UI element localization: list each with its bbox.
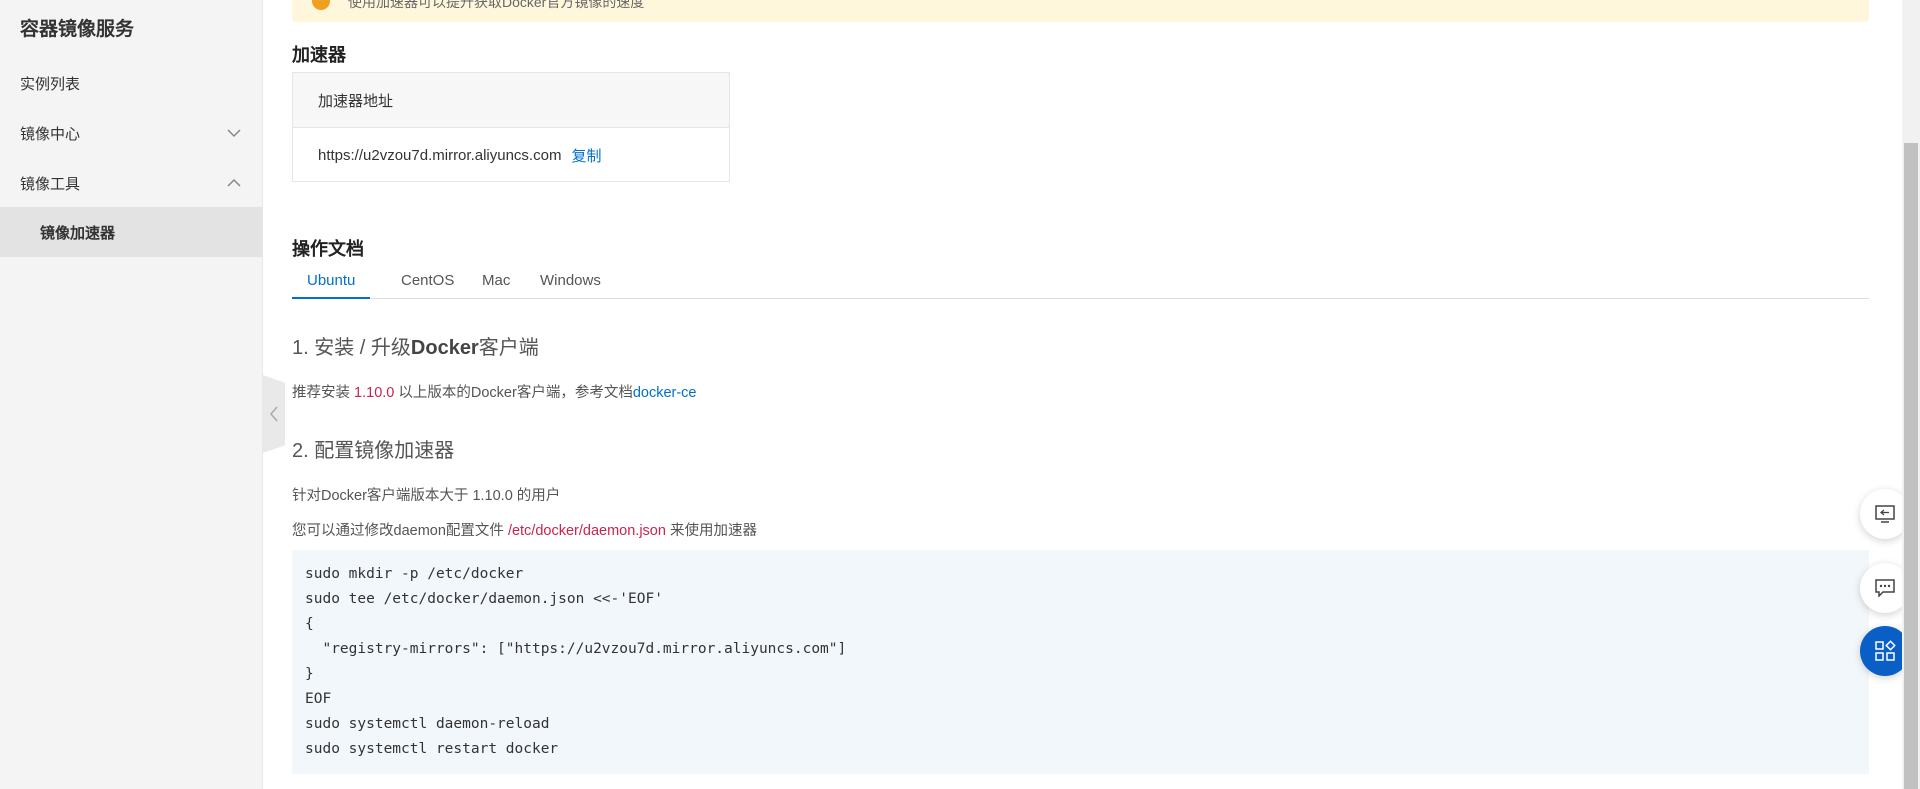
sidebar-collapse-handle[interactable] [263, 375, 285, 453]
apps-icon [1875, 640, 1896, 661]
sidebar-item-instance-list[interactable]: 实例列表 [0, 58, 263, 108]
accelerator-section-title: 加速器 [292, 45, 346, 65]
sidebar-title: 容器镜像服务 [20, 19, 135, 40]
step1-text-middle: 以上版本的Docker客户端，参考文档 [394, 385, 633, 401]
step2-text-1: 针对Docker客户端版本大于 1.10.0 的用户 [292, 488, 561, 504]
step1-text: 推荐安装 1.10.0 以上版本的Docker客户端，参考文档docker-ce [292, 381, 697, 402]
code-line: sudo tee /etc/docker/daemon.json <<-'EOF… [305, 591, 663, 607]
step2-text-before: 您可以通过修改daemon配置文件 [292, 523, 508, 539]
sidebar-item-label: 镜像加速器 [40, 224, 116, 242]
chevron-down-icon [227, 129, 241, 138]
step1-title-prefix: 1. 安装 / 升级 [292, 337, 411, 359]
code-line: sudo systemctl daemon-reload [305, 716, 550, 732]
step1-title: 1. 安装 / 升级Docker客户端 [292, 331, 539, 360]
sidebar-item-image-accelerator[interactable]: 镜像加速器 [0, 207, 263, 257]
accelerator-table-row: https://u2vzou7d.mirror.aliyuncs.com 复制 [293, 128, 729, 182]
sidebar-item-label: 镜像中心 [20, 125, 81, 143]
os-tabs: Ubuntu CentOS Mac Windows [292, 268, 1869, 299]
main-content: 使用加速器可以提升获取Docker官方镜像的速度 加速器 加速器地址 https… [292, 0, 1870, 789]
code-block[interactable]: sudo mkdir -p /etc/docker sudo tee /etc/… [292, 550, 1869, 774]
scrollbar-thumb[interactable] [1904, 143, 1918, 789]
step2-text-2: 您可以通过修改daemon配置文件 /etc/docker/daemon.jso… [292, 519, 757, 540]
code-line: } [305, 666, 314, 682]
copy-link[interactable]: 复制 [571, 145, 601, 166]
step2-text-after: 来使用加速器 [665, 523, 757, 539]
config-path-highlight: /etc/docker/daemon.json [507, 523, 666, 539]
chat-icon [1875, 579, 1895, 597]
chevron-up-icon [227, 178, 241, 187]
code-line: EOF [305, 691, 332, 707]
page-scrollbar[interactable] [1902, 0, 1920, 789]
sidebar-item-image-tools[interactable]: 镜像工具 [0, 158, 263, 208]
sidebar-item-image-center[interactable]: 镜像中心 [0, 108, 263, 158]
step1-title-suffix: 客户端 [478, 337, 539, 359]
step2-title: 2. 配置镜像加速器 [292, 440, 455, 462]
monitor-icon [1875, 505, 1895, 523]
docs-section-title: 操作文档 [292, 239, 364, 259]
tab-windows[interactable]: Windows [525, 268, 616, 299]
tab-centos[interactable]: CentOS [386, 268, 469, 299]
notice-text: 使用加速器可以提升获取Docker官方镜像的速度 [348, 0, 645, 10]
version-highlight: 1.10.0 [354, 385, 395, 401]
chevron-left-icon [270, 406, 278, 422]
tab-mac[interactable]: Mac [467, 268, 525, 299]
warning-icon [312, 0, 330, 10]
sidebar-item-label: 实例列表 [20, 75, 81, 93]
step1-title-bold: Docker [410, 337, 479, 359]
docker-ce-link[interactable]: docker-ce [633, 385, 697, 401]
accelerator-url: https://u2vzou7d.mirror.aliyuncs.com [318, 146, 562, 164]
tab-ubuntu[interactable]: Ubuntu [292, 268, 371, 299]
accelerator-table-header: 加速器地址 [293, 73, 729, 128]
code-line: sudo mkdir -p /etc/docker [305, 566, 524, 582]
code-line: { [305, 616, 314, 632]
accelerator-address-header: 加速器地址 [318, 92, 394, 110]
notice-banner: 使用加速器可以提升获取Docker官方镜像的速度 [292, 0, 1869, 22]
code-line: "registry-mirrors": ["https://u2vzou7d.m… [305, 641, 847, 657]
step1-text-before: 推荐安装 [292, 385, 355, 401]
sidebar: 容器镜像服务 实例列表 镜像中心 镜像工具 镜像加速器 [0, 0, 263, 789]
accelerator-table: 加速器地址 https://u2vzou7d.mirror.aliyuncs.c… [292, 72, 730, 182]
sidebar-item-label: 镜像工具 [20, 175, 81, 193]
code-line: sudo systemctl restart docker [305, 741, 559, 757]
